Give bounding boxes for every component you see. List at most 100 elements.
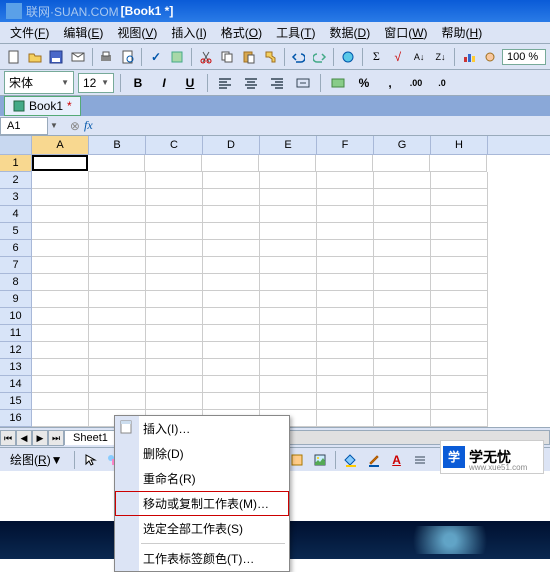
line-color-icon[interactable]	[364, 450, 384, 470]
cell-C15[interactable]	[146, 393, 203, 410]
cell-A6[interactable]	[32, 240, 89, 257]
font-name-select[interactable]: 宋体▼	[4, 71, 74, 94]
cell-F12[interactable]	[317, 342, 374, 359]
autosum-icon[interactable]: Σ	[367, 47, 386, 67]
cell-G5[interactable]	[374, 223, 431, 240]
cell-D14[interactable]	[203, 376, 260, 393]
col-head-G[interactable]: G	[374, 136, 431, 154]
cell-F14[interactable]	[317, 376, 374, 393]
cell-C11[interactable]	[146, 325, 203, 342]
cell-C6[interactable]	[146, 240, 203, 257]
percent-icon[interactable]: %	[353, 73, 375, 93]
menu-view[interactable]: 视图(V)	[111, 22, 163, 43]
currency-icon[interactable]	[327, 73, 349, 93]
draw-menu[interactable]: 绘图(R)▼	[4, 449, 69, 470]
cell-F9[interactable]	[317, 291, 374, 308]
cell-H6[interactable]	[431, 240, 488, 257]
cell-C14[interactable]	[146, 376, 203, 393]
function-icon[interactable]: √	[388, 47, 407, 67]
row-head-1[interactable]: 1	[0, 155, 32, 172]
row-head-3[interactable]: 3	[0, 189, 32, 206]
cell-E12[interactable]	[260, 342, 317, 359]
cell-A4[interactable]	[32, 206, 89, 223]
cell-B7[interactable]	[89, 257, 146, 274]
cut-icon[interactable]	[196, 47, 215, 67]
cell-C2[interactable]	[146, 172, 203, 189]
cell-F15[interactable]	[317, 393, 374, 410]
cell-H9[interactable]	[431, 291, 488, 308]
col-head-B[interactable]: B	[89, 136, 146, 154]
cell-F10[interactable]	[317, 308, 374, 325]
cell-H12[interactable]	[431, 342, 488, 359]
cell-H1[interactable]	[430, 155, 487, 172]
fill-color-icon[interactable]	[341, 450, 361, 470]
hyperlink-icon[interactable]	[338, 47, 357, 67]
fx-icon[interactable]: fx	[84, 118, 93, 133]
cell-E3[interactable]	[260, 189, 317, 206]
row-head-14[interactable]: 14	[0, 376, 32, 393]
cell-B3[interactable]	[89, 189, 146, 206]
cell-H11[interactable]	[431, 325, 488, 342]
row-head-11[interactable]: 11	[0, 325, 32, 342]
tab-nav-last-icon[interactable]: ⏭	[48, 430, 64, 446]
align-left-icon[interactable]	[214, 73, 236, 93]
menu-edit[interactable]: 编辑(E)	[57, 22, 109, 43]
cell-G12[interactable]	[374, 342, 431, 359]
undo-icon[interactable]	[289, 47, 308, 67]
col-head-D[interactable]: D	[203, 136, 260, 154]
row-head-12[interactable]: 12	[0, 342, 32, 359]
cell-F2[interactable]	[317, 172, 374, 189]
cell-F6[interactable]	[317, 240, 374, 257]
cell-E5[interactable]	[260, 223, 317, 240]
italic-button[interactable]: I	[153, 73, 175, 93]
cell-B2[interactable]	[89, 172, 146, 189]
merge-center-icon[interactable]	[292, 73, 314, 93]
research-icon[interactable]	[168, 47, 187, 67]
cell-C9[interactable]	[146, 291, 203, 308]
cell-D12[interactable]	[203, 342, 260, 359]
menu-help[interactable]: 帮助(H)	[436, 22, 489, 43]
tab-nav-first-icon[interactable]: ⏮	[0, 430, 16, 446]
sort-desc-icon[interactable]: Z↓	[431, 47, 450, 67]
row-head-16[interactable]: 16	[0, 410, 32, 427]
cell-C3[interactable]	[146, 189, 203, 206]
new-icon[interactable]	[4, 47, 23, 67]
cell-E6[interactable]	[260, 240, 317, 257]
row-head-2[interactable]: 2	[0, 172, 32, 189]
cell-A12[interactable]	[32, 342, 89, 359]
cell-D2[interactable]	[203, 172, 260, 189]
cell-A5[interactable]	[32, 223, 89, 240]
cell-D6[interactable]	[203, 240, 260, 257]
cell-H5[interactable]	[431, 223, 488, 240]
cell-H8[interactable]	[431, 274, 488, 291]
cell-A16[interactable]	[32, 410, 89, 427]
menu-format[interactable]: 格式(O)	[215, 22, 268, 43]
print-icon[interactable]	[97, 47, 116, 67]
row-head-13[interactable]: 13	[0, 359, 32, 376]
cell-D4[interactable]	[203, 206, 260, 223]
cell-B13[interactable]	[89, 359, 146, 376]
cell-G14[interactable]	[374, 376, 431, 393]
cell-G7[interactable]	[374, 257, 431, 274]
menu-tools[interactable]: 工具(T)	[270, 22, 321, 43]
cell-D7[interactable]	[203, 257, 260, 274]
cm-delete[interactable]: 删除(D)	[115, 441, 289, 466]
row-head-8[interactable]: 8	[0, 274, 32, 291]
cell-E13[interactable]	[260, 359, 317, 376]
row-head-9[interactable]: 9	[0, 291, 32, 308]
cell-G15[interactable]	[374, 393, 431, 410]
cell-A9[interactable]	[32, 291, 89, 308]
cell-F5[interactable]	[317, 223, 374, 240]
cell-H16[interactable]	[431, 410, 488, 427]
cell-E14[interactable]	[260, 376, 317, 393]
cell-B15[interactable]	[89, 393, 146, 410]
cell-D13[interactable]	[203, 359, 260, 376]
select-all-corner[interactable]	[0, 136, 32, 154]
cell-H7[interactable]	[431, 257, 488, 274]
cell-G9[interactable]	[374, 291, 431, 308]
cell-E9[interactable]	[260, 291, 317, 308]
cell-A15[interactable]	[32, 393, 89, 410]
cell-H3[interactable]	[431, 189, 488, 206]
increase-decimal-icon[interactable]: .00	[405, 73, 427, 93]
cell-E10[interactable]	[260, 308, 317, 325]
